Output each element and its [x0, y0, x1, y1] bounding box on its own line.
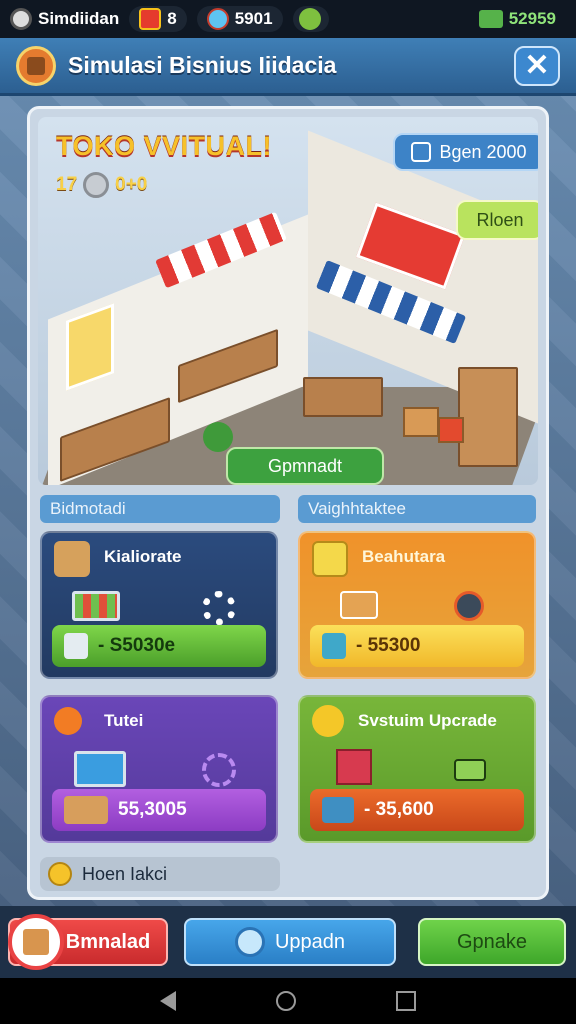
wallet-icon	[411, 142, 432, 162]
back-icon[interactable]	[160, 991, 176, 1011]
box-badge-icon	[8, 914, 64, 970]
budget-button[interactable]: Bgen 2000	[393, 133, 538, 171]
main-panel: TOKO VVITUAL! 17 0+0 Bgen 2000 Rloen Gpm…	[27, 106, 549, 900]
budget-label: Bgen 2000	[439, 141, 527, 162]
hint-bar[interactable]: Hoen Iakci	[40, 857, 280, 891]
upgrade-card-stock[interactable]: Kialiorate - S5030e	[40, 531, 278, 679]
display-table	[303, 377, 383, 417]
cash-icon	[322, 633, 346, 659]
globe-icon	[206, 8, 229, 30]
section-label-right: Vaighhtaktee	[298, 495, 536, 523]
stat-right: 0+0	[115, 174, 148, 195]
card-price: - 55300	[356, 635, 421, 656]
spend-button[interactable]: Gpmnadt	[226, 447, 384, 485]
refresh-icon	[234, 927, 265, 957]
window-header: Simulasi Bisnius Iiidacia ✕	[0, 38, 576, 96]
cash-icon	[478, 10, 503, 28]
hint-label: Hoen Iakci	[82, 863, 168, 884]
gear-icon[interactable]	[202, 591, 236, 625]
jar-icon	[64, 633, 88, 659]
upgrade-card-system[interactable]: Svstuim Upcrade - 35,600	[298, 695, 536, 843]
energy-icon	[298, 8, 321, 30]
center-action-button[interactable]: Uppadn	[184, 918, 396, 966]
gold-bar-icon	[312, 541, 348, 577]
section-label-left: Bidmotadi	[40, 495, 280, 523]
upgrade-card-food[interactable]: Beahutara - 55300	[298, 531, 536, 679]
player-profile[interactable]: Simdiidan	[10, 6, 119, 32]
minus-icon[interactable]	[454, 759, 486, 781]
card-price-button[interactable]: - 35,600	[310, 789, 524, 831]
coin-icon	[83, 172, 110, 198]
player-name: Simdiidan	[38, 9, 120, 28]
stat-left: 17	[56, 174, 78, 195]
card-title: Kialiorate	[104, 547, 182, 566]
shop-title: TOKO VVITUAL!	[56, 131, 273, 161]
laptop-icon	[74, 751, 126, 787]
play-icon	[54, 707, 82, 735]
coins-counter[interactable]: 8	[129, 6, 187, 32]
home-icon[interactable]	[276, 991, 296, 1011]
action-bar: Bmnalad Uppadn Gpnake	[0, 906, 576, 978]
coin-icon	[48, 862, 72, 886]
gift-box-icon	[336, 749, 372, 785]
crate-icon	[64, 796, 108, 824]
card-price: 55,3005	[118, 799, 187, 820]
card-price-button[interactable]: 55,3005	[52, 789, 266, 831]
money-value: 5901	[234, 9, 273, 28]
recents-icon[interactable]	[396, 991, 416, 1011]
system-nav-bar	[0, 978, 576, 1024]
shop-stats: 17 0+0	[56, 172, 147, 198]
gift-icon	[139, 8, 162, 30]
coin-icon	[312, 705, 344, 737]
card-title: Tutei	[104, 711, 144, 730]
card-price-button[interactable]: - 55300	[310, 625, 524, 667]
shop-scene[interactable]: TOKO VVITUAL! 17 0+0 Bgen 2000 Rloen Gpm…	[38, 117, 538, 485]
gems-value: 52959	[508, 9, 556, 28]
card-price: - S5030e	[98, 635, 176, 656]
coins-value: 8	[167, 9, 177, 28]
cart-icon	[72, 591, 120, 621]
left-action-label: Bmnalad	[65, 930, 151, 953]
money-counter[interactable]: 5901	[196, 6, 283, 32]
avatar-icon	[10, 8, 32, 30]
status-bar: Simdiidan 8 5901 52959	[0, 0, 576, 38]
close-button[interactable]: ✕	[514, 45, 560, 86]
card-price-button[interactable]: - S5030e	[52, 625, 266, 667]
food-icon	[340, 591, 378, 619]
center-action-label: Uppadn	[274, 930, 346, 953]
cash-icon	[322, 797, 354, 823]
box-icon	[403, 407, 439, 437]
box-icon	[54, 541, 90, 577]
right-action-button[interactable]: Gpnake	[418, 918, 566, 966]
crate-icon	[438, 417, 464, 443]
energy-counter[interactable]	[292, 6, 329, 32]
card-price: - 35,600	[364, 799, 434, 820]
window-title: Simulasi Bisnius Iiidacia	[68, 52, 337, 78]
tall-shelf	[458, 367, 518, 467]
compass-icon	[454, 591, 484, 621]
reopen-button[interactable]: Rloen	[456, 200, 538, 240]
card-title: Beahutara	[362, 547, 446, 566]
gems-counter[interactable]: 52959	[469, 6, 566, 32]
plant-icon	[203, 422, 233, 452]
card-title: Svstuim Upcrade	[358, 711, 497, 730]
upgrade-card-tech[interactable]: Tutei 55,3005	[40, 695, 278, 843]
gear-icon[interactable]	[202, 753, 236, 787]
shop-logo-icon	[16, 45, 56, 86]
